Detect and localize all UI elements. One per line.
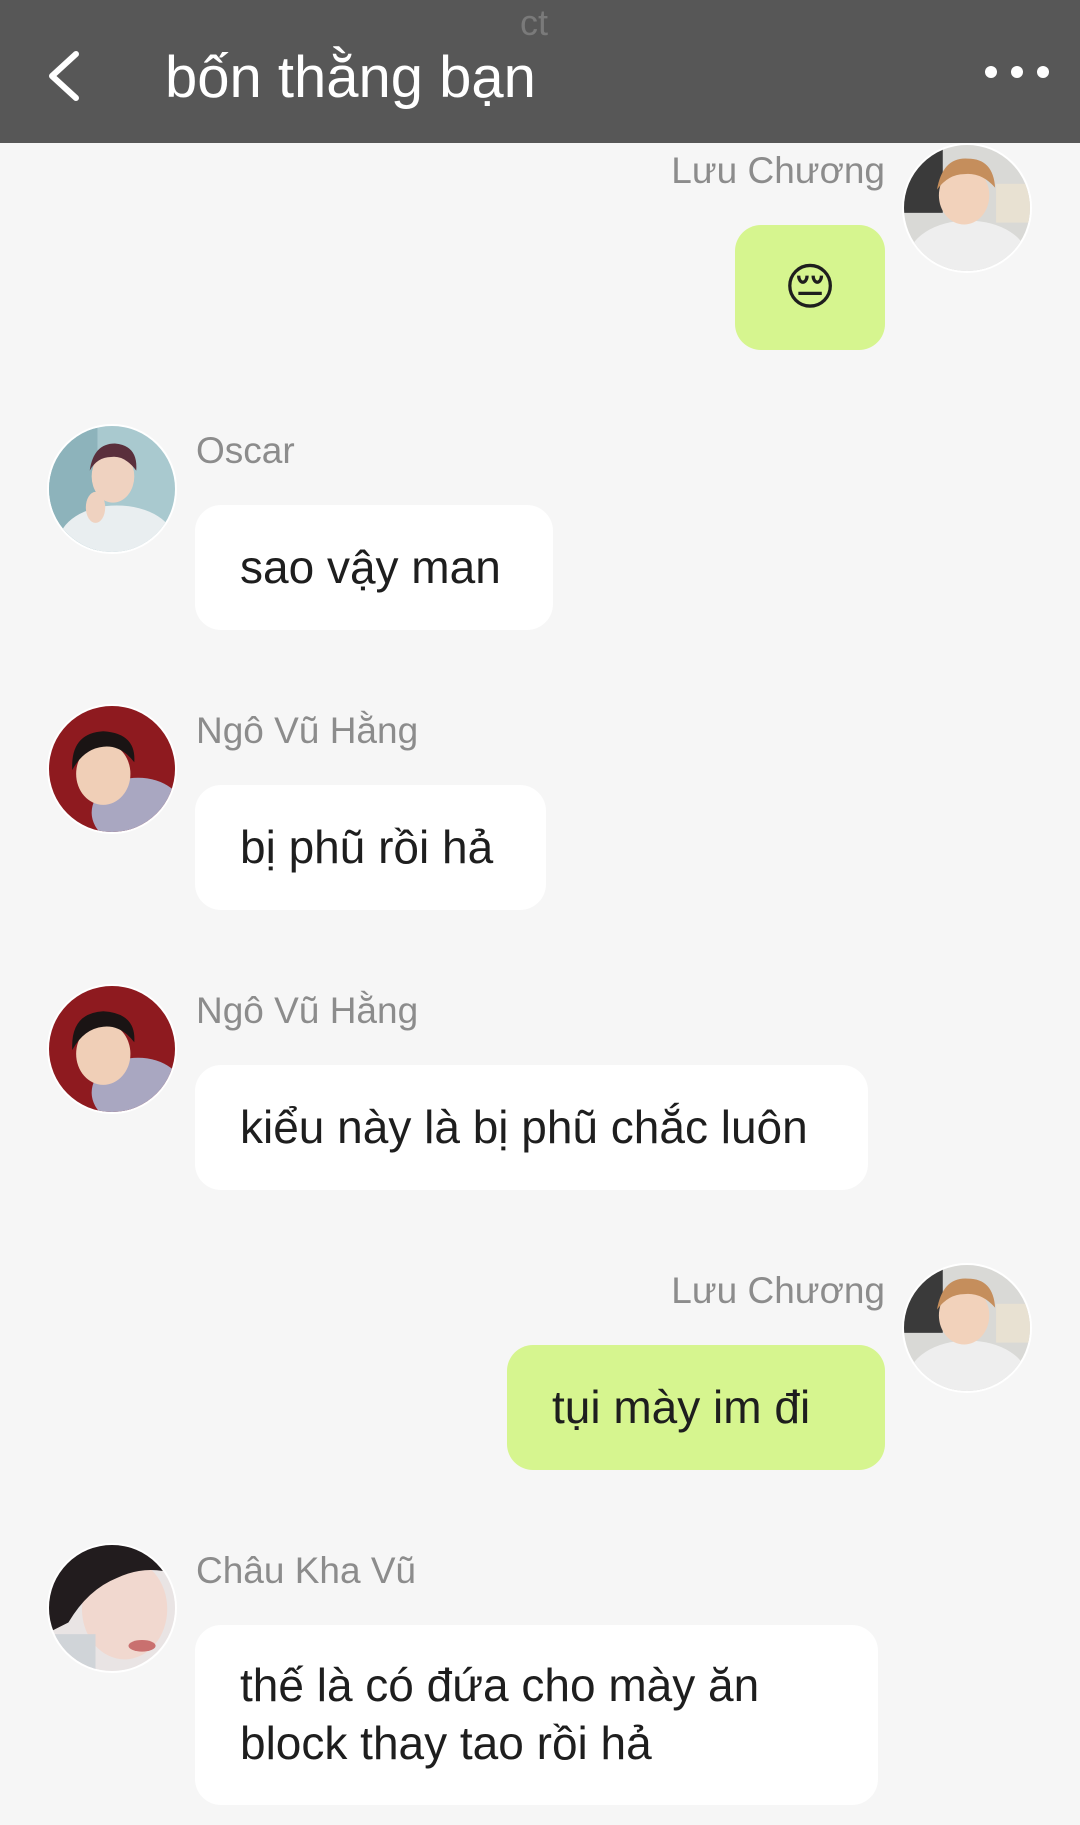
message-text: kiểu này là bị phũ chắc luôn [240, 1101, 808, 1153]
chevron-left-icon [49, 51, 79, 101]
watermark-text: ct [520, 2, 549, 43]
ngo-vu-hang-avatar[interactable] [47, 704, 177, 834]
sender-name: Lưu Chương [671, 150, 885, 191]
luu-chuong-avatar[interactable] [902, 1263, 1032, 1393]
more-options-button[interactable] [982, 52, 1052, 92]
message-bubble[interactable]: thế là có đứa cho mày ăn block thay tao … [195, 1625, 878, 1805]
ngo-vu-hang-avatar[interactable] [47, 984, 177, 1114]
message-bubble[interactable]: sao vậy man [195, 505, 553, 630]
message-text: tụi mày im đi [552, 1381, 811, 1433]
back-button[interactable] [36, 40, 96, 112]
sender-name: Ngô Vũ Hằng [196, 990, 419, 1031]
chat-screen: ct bốn thằng bạn Lưu Chương 😔 Oscar sao … [0, 0, 1080, 1825]
luu-chuong-avatar[interactable] [902, 143, 1032, 273]
message-bubble[interactable]: kiểu này là bị phũ chắc luôn [195, 1065, 868, 1190]
chat-title: bốn thằng bạn [165, 45, 536, 110]
sender-name: Ngô Vũ Hằng [196, 710, 419, 751]
sender-name: Lưu Chương [671, 1270, 885, 1311]
message-bubble[interactable]: tụi mày im đi [507, 1345, 885, 1470]
message-text: thế là có đứa cho mày ăn block thay tao … [240, 1659, 760, 1769]
message-text: sao vậy man [240, 541, 501, 593]
more-horizontal-icon [985, 66, 1049, 78]
top-bar: ct bốn thằng bạn [0, 0, 1080, 143]
message-text: 😔 [783, 259, 837, 315]
sender-name: Oscar [196, 430, 295, 471]
message-bubble[interactable]: 😔 [735, 225, 885, 350]
sender-name: Châu Kha Vũ [196, 1550, 417, 1591]
chau-kha-vu-avatar[interactable] [47, 1543, 177, 1673]
oscar-avatar[interactable] [47, 424, 177, 554]
message-text: bị phũ rồi hả [240, 821, 494, 873]
message-bubble[interactable]: bị phũ rồi hả [195, 785, 546, 910]
